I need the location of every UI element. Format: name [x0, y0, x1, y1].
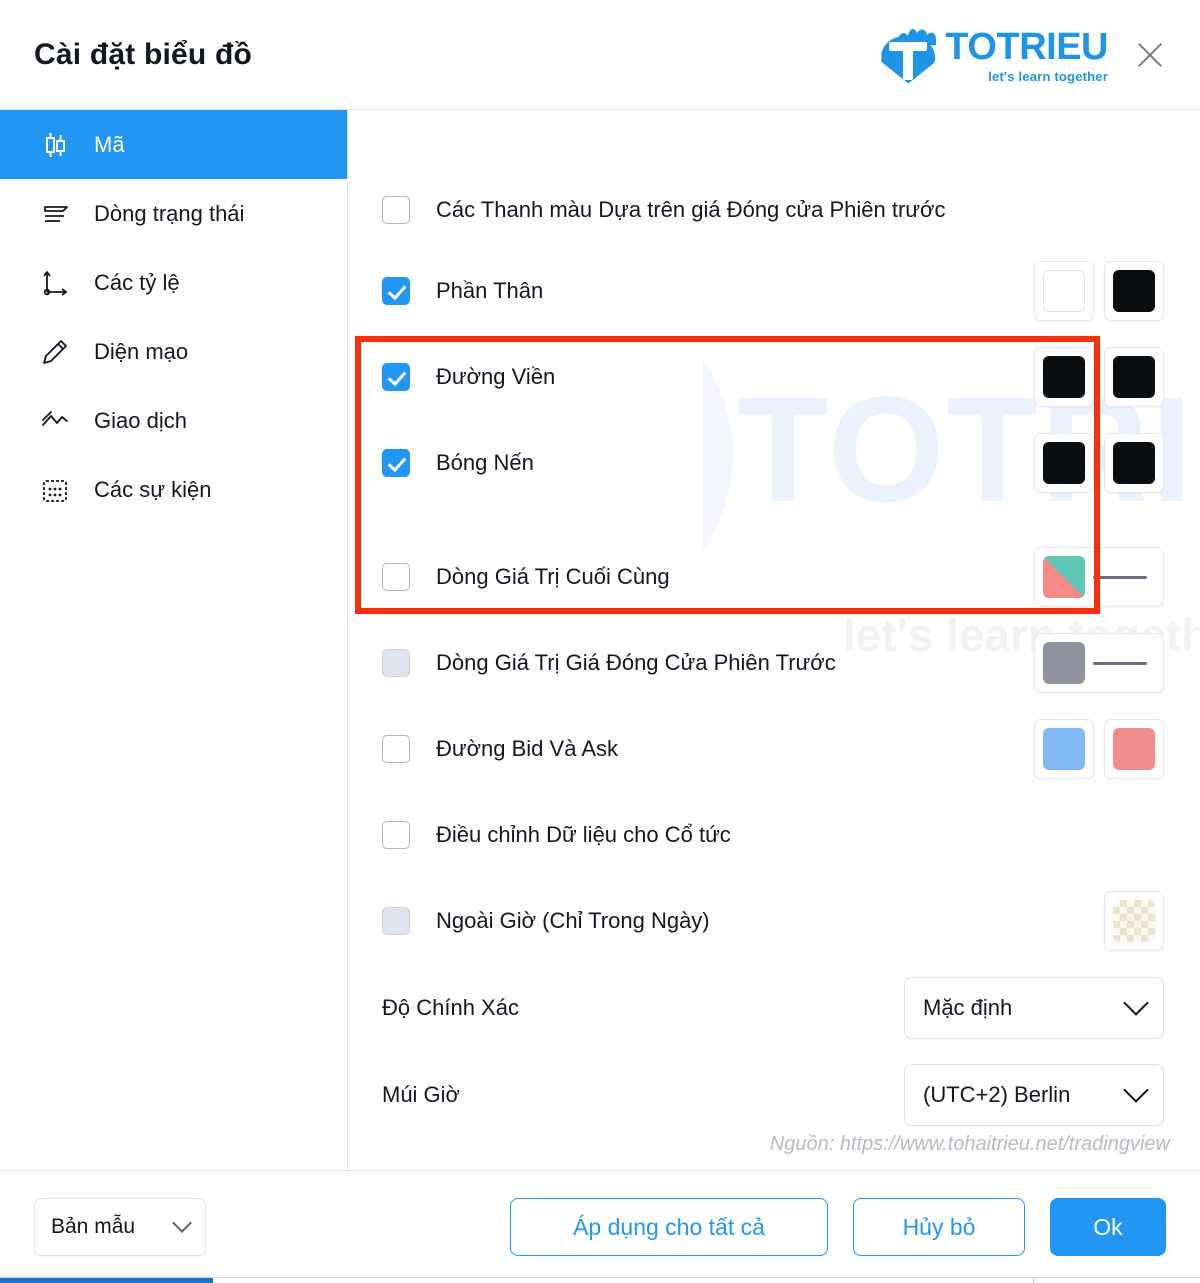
border-up-color-swatch[interactable] — [1034, 347, 1094, 407]
pencil-icon — [38, 335, 72, 369]
cancel-button[interactable]: Hủy bỏ — [853, 1198, 1025, 1256]
body-up-color-swatch[interactable] — [1034, 261, 1094, 321]
chevron-down-icon — [1123, 1076, 1149, 1103]
precision-select[interactable]: Mặc định — [904, 976, 1164, 1039]
sidebar-item-label: Mã — [94, 131, 125, 157]
row-label: Đường Viền — [436, 364, 556, 389]
row-label: Ngoài Giờ (Chỉ Trong Ngày) — [436, 908, 710, 933]
timezone-label: Múi Giờ — [382, 1081, 460, 1107]
row-body: Phần Thân — [348, 248, 1200, 334]
sidebar-item-status-line[interactable]: Dòng trạng thái — [0, 179, 347, 248]
row-label: Dòng Giá Trị Cuối Cùng — [436, 564, 670, 589]
row-extended-hours: Ngoài Giờ (Chỉ Trong Ngày) — [348, 878, 1200, 964]
totrieu-logo: TOTRIEU let's learn together — [881, 26, 1108, 84]
wick-down-color-swatch[interactable] — [1104, 433, 1164, 493]
sidebar-item-label: Các tỷ lệ — [94, 269, 180, 295]
header-right-group: TOTRIEU let's learn together — [881, 26, 1170, 84]
checkbox-adjust-dividends[interactable] — [382, 821, 410, 849]
template-select[interactable]: Bản mẫu — [34, 1198, 206, 1256]
swatch-group — [1034, 433, 1164, 493]
swatch-group — [1034, 261, 1164, 321]
row-color-bars-prev-close: Các Thanh màu Dựa trên giá Đóng cửa Phiê… — [348, 172, 1200, 248]
calendar-icon — [38, 473, 72, 507]
timezone-select[interactable]: (UTC+2) Berlin — [904, 1063, 1164, 1126]
checkbox-prev-close-line[interactable] — [382, 649, 410, 677]
sidebar-item-label: Giao dịch — [94, 407, 187, 433]
row-prev-close-line: Dòng Giá Trị Giá Đóng Cửa Phiên Trước — [348, 620, 1200, 706]
body-down-color-swatch[interactable] — [1104, 261, 1164, 321]
wick-up-color-swatch[interactable] — [1034, 433, 1094, 493]
trading-zigzag-icon — [38, 404, 72, 438]
row-precision: Độ Chính Xác Mặc định — [348, 964, 1200, 1051]
row-adjust-dividends: Điều chỉnh Dữ liệu cho Cổ tức — [348, 792, 1200, 878]
checkbox-bid-ask-line[interactable] — [382, 735, 410, 763]
extended-hours-background-swatch[interactable] — [1104, 891, 1164, 951]
settings-rows: Các Thanh màu Dựa trên giá Đóng cửa Phiê… — [348, 172, 1200, 1138]
bottom-scrollbar[interactable] — [0, 1277, 1200, 1283]
ok-button[interactable]: Ok — [1050, 1198, 1166, 1256]
dialog-footer: Bản mẫu Áp dụng cho tất cả Hủy bỏ Ok — [0, 1171, 1200, 1283]
sidebar-item-label: Các sự kiện — [94, 476, 212, 502]
checkbox-wick[interactable] — [382, 449, 410, 477]
sidebar-item-label: Dòng trạng thái — [94, 200, 245, 226]
row-label: Đường Bid Và Ask — [436, 736, 619, 761]
last-value-line-style-swatch[interactable] — [1034, 547, 1164, 607]
timezone-value: (UTC+2) Berlin — [923, 1081, 1071, 1107]
chevron-down-icon — [172, 1213, 192, 1233]
swatch-group — [1034, 347, 1164, 407]
bid-line-color-swatch[interactable] — [1034, 719, 1094, 779]
close-icon[interactable] — [1130, 35, 1170, 75]
row-label: Điều chỉnh Dữ liệu cho Cổ tức — [436, 822, 731, 847]
row-label: Các Thanh màu Dựa trên giá Đóng cửa Phiê… — [436, 197, 946, 222]
logo-tagline: let's learn together — [988, 68, 1108, 84]
row-last-value-line: Dòng Giá Trị Cuối Cùng — [348, 534, 1200, 620]
checkbox-body[interactable] — [382, 277, 410, 305]
template-select-value: Bản mẫu — [51, 1215, 136, 1238]
row-label: Bóng Nến — [436, 450, 534, 475]
scrollbar-thumb[interactable] — [0, 1278, 213, 1283]
scales-axis-icon — [38, 266, 72, 300]
ask-line-color-swatch[interactable] — [1104, 719, 1164, 779]
precision-value: Mặc định — [923, 994, 1013, 1020]
row-wick: Bóng Nến — [348, 420, 1200, 506]
chart-settings-dialog: Cài đặt biểu đồ TOTRIEU let's learn toge… — [0, 0, 1200, 1283]
row-border: Đường Viền — [348, 334, 1200, 420]
sidebar-item-symbol[interactable]: Mã — [0, 110, 347, 179]
page-title: Cài đặt biểu đồ — [34, 37, 253, 71]
footer-buttons: Áp dụng cho tất cả Hủy bỏ Ok — [510, 1198, 1166, 1256]
candlestick-icon — [38, 128, 72, 162]
chevron-down-icon — [1123, 989, 1149, 1016]
status-line-icon — [38, 197, 72, 231]
dialog-header: Cài đặt biểu đồ TOTRIEU let's learn toge… — [0, 0, 1200, 110]
swatch-group — [1034, 547, 1164, 607]
source-note: Nguồn: https://www.tohaitrieu.net/tradin… — [769, 1133, 1170, 1155]
logo-mark-icon — [881, 26, 941, 84]
scrollbar-tick — [1033, 1278, 1034, 1283]
checkbox-color-bars-prev-close[interactable] — [382, 196, 410, 224]
checkbox-extended-hours[interactable] — [382, 907, 410, 935]
sidebar-item-trading[interactable]: Giao dịch — [0, 386, 347, 455]
swatch-group — [1104, 891, 1164, 951]
checkbox-last-value-line[interactable] — [382, 563, 410, 591]
row-bid-ask-line: Đường Bid Và Ask — [348, 706, 1200, 792]
row-label: Phần Thân — [436, 278, 544, 303]
precision-label: Độ Chính Xác — [382, 994, 519, 1020]
logo-name: TOTRIEU — [945, 25, 1108, 68]
swatch-group — [1034, 719, 1164, 779]
row-label: Dòng Giá Trị Giá Đóng Cửa Phiên Trước — [436, 650, 836, 675]
sidebar-item-events[interactable]: Các sự kiện — [0, 455, 347, 524]
checkbox-border[interactable] — [382, 363, 410, 391]
logo-wordmark: TOTRIEU let's learn together — [945, 28, 1108, 84]
swatch-group — [1034, 633, 1164, 693]
apply-to-all-button[interactable]: Áp dụng cho tất cả — [510, 1198, 828, 1256]
prev-close-line-style-swatch[interactable] — [1034, 633, 1164, 693]
sidebar-item-label: Diện mạo — [94, 338, 189, 364]
border-down-color-swatch[interactable] — [1104, 347, 1164, 407]
sidebar-item-scales[interactable]: Các tỷ lệ — [0, 248, 347, 317]
sidebar-item-appearance[interactable]: Diện mạo — [0, 317, 347, 386]
settings-panel: TOTRIEU let's learn together Các Thanh m… — [348, 110, 1200, 1170]
row-timezone: Múi Giờ (UTC+2) Berlin — [348, 1051, 1200, 1138]
sidebar: Mã Dòng trạng thái Các tỷ lệ Diện mạo Gi… — [0, 110, 348, 1170]
dialog-body: Mã Dòng trạng thái Các tỷ lệ Diện mạo Gi… — [0, 110, 1200, 1171]
